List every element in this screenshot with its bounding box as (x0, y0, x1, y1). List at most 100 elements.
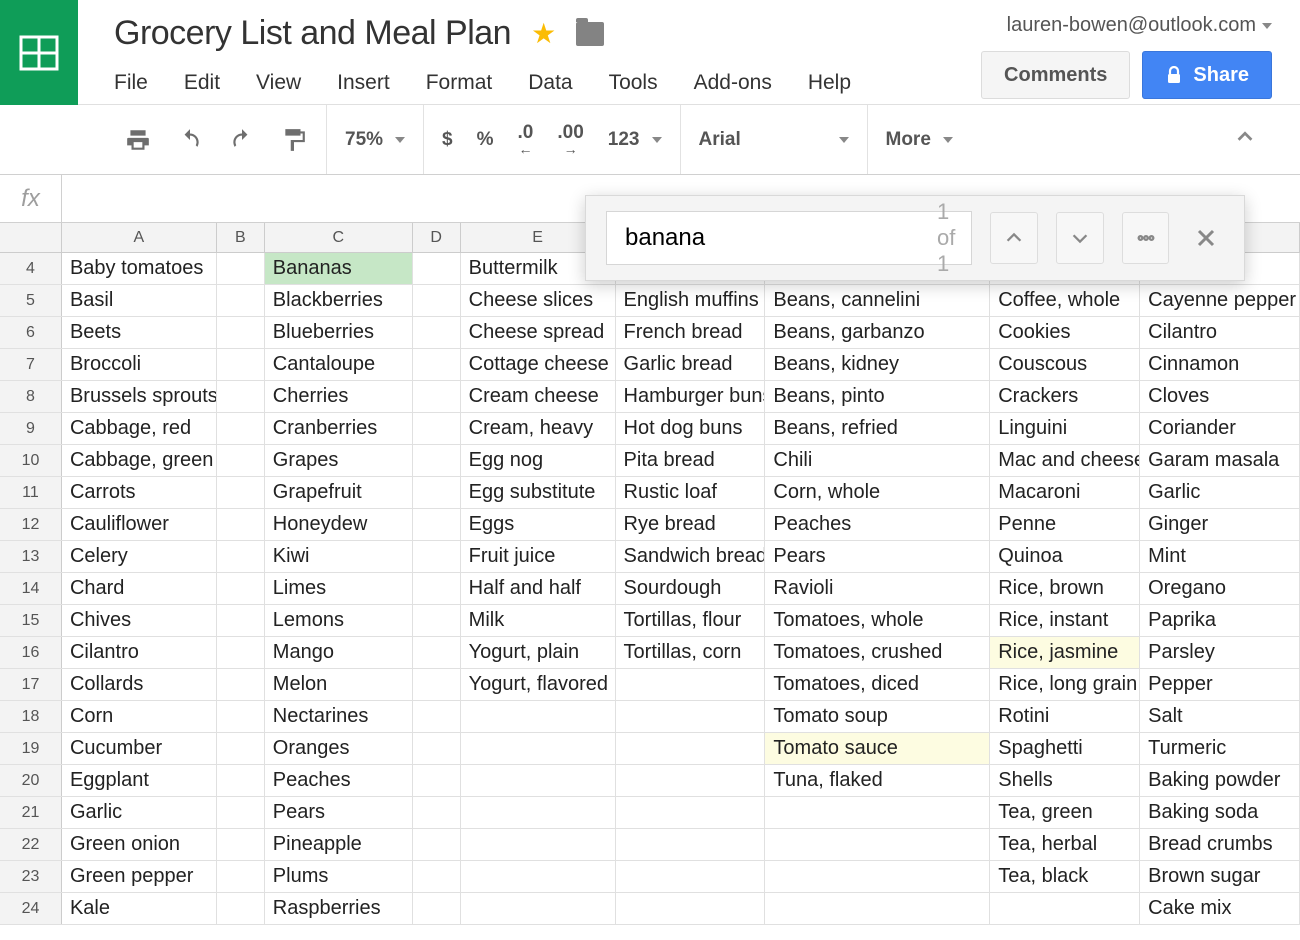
find-more-options-button[interactable] (1122, 212, 1170, 264)
cell[interactable]: Baking powder (1140, 765, 1300, 796)
cell[interactable]: Cabbage, green (62, 445, 217, 476)
cell[interactable]: Turmeric (1140, 733, 1300, 764)
cell[interactable] (413, 637, 461, 668)
find-next-button[interactable] (1056, 212, 1104, 264)
row-header[interactable]: 4 (0, 253, 62, 284)
cell[interactable]: Pepper (1140, 669, 1300, 700)
cell[interactable] (217, 605, 265, 636)
cell[interactable]: Bananas (265, 253, 413, 284)
cell[interactable]: Baby tomatoes (62, 253, 217, 284)
cell[interactable]: Rice, instant (990, 605, 1140, 636)
row-header[interactable]: 10 (0, 445, 62, 476)
cell[interactable] (217, 285, 265, 316)
cell[interactable]: Salt (1140, 701, 1300, 732)
cell[interactable]: Blueberries (265, 317, 413, 348)
cell[interactable] (616, 893, 766, 924)
zoom-dropdown[interactable]: 75% (345, 129, 405, 151)
cell[interactable]: Cherries (265, 381, 413, 412)
cell[interactable]: Kiwi (265, 541, 413, 572)
cell[interactable]: Tortillas, flour (616, 605, 766, 636)
cell[interactable]: Rye bread (616, 509, 766, 540)
cell[interactable]: Corn (62, 701, 217, 732)
cell[interactable]: Rustic loaf (616, 477, 766, 508)
percent-format-button[interactable]: % (477, 129, 494, 151)
cell[interactable]: Pears (765, 541, 990, 572)
cell[interactable] (765, 861, 990, 892)
comments-button[interactable]: Comments (981, 51, 1130, 99)
cell[interactable] (413, 861, 461, 892)
cell[interactable]: Tomatoes, whole (765, 605, 990, 636)
cell[interactable]: Garam masala (1140, 445, 1300, 476)
cell[interactable] (413, 701, 461, 732)
row-header[interactable]: 24 (0, 893, 62, 924)
cell[interactable] (461, 733, 616, 764)
cell[interactable]: Quinoa (990, 541, 1140, 572)
cell[interactable]: Cantaloupe (265, 349, 413, 380)
cell[interactable]: Ginger (1140, 509, 1300, 540)
redo-icon[interactable] (228, 126, 256, 154)
cell[interactable]: Cottage cheese (461, 349, 616, 380)
menu-insert[interactable]: Insert (337, 71, 390, 95)
cell[interactable]: Cookies (990, 317, 1140, 348)
decrease-decimal-button[interactable]: .0 ← (518, 123, 534, 156)
cell[interactable]: Tomatoes, crushed (765, 637, 990, 668)
cell[interactable]: Cake mix (1140, 893, 1300, 924)
cell[interactable]: Spaghetti (990, 733, 1140, 764)
menu-add-ons[interactable]: Add-ons (694, 71, 772, 95)
row-header[interactable]: 5 (0, 285, 62, 316)
column-header[interactable]: B (217, 223, 265, 252)
cell[interactable]: Peaches (265, 765, 413, 796)
cell[interactable]: Green onion (62, 829, 217, 860)
paint-format-icon[interactable] (280, 126, 308, 154)
cell[interactable]: Sandwich bread (616, 541, 766, 572)
cell[interactable] (616, 797, 766, 828)
cell[interactable]: Bread crumbs (1140, 829, 1300, 860)
column-header[interactable]: A (62, 223, 217, 252)
cell[interactable]: Tuna, flaked (765, 765, 990, 796)
cell[interactable]: Mint (1140, 541, 1300, 572)
cell[interactable]: Carrots (62, 477, 217, 508)
cell[interactable]: English muffins (616, 285, 766, 316)
row-header[interactable]: 9 (0, 413, 62, 444)
cell[interactable]: Beans, refried (765, 413, 990, 444)
more-toolbar-dropdown[interactable]: More (886, 129, 953, 151)
cell[interactable]: Shells (990, 765, 1140, 796)
cell[interactable] (413, 381, 461, 412)
cell[interactable]: Sourdough (616, 573, 766, 604)
cell[interactable]: Eggs (461, 509, 616, 540)
cell[interactable] (616, 701, 766, 732)
app-logo[interactable] (0, 0, 78, 105)
cell[interactable]: Broccoli (62, 349, 217, 380)
cell[interactable] (217, 253, 265, 284)
cell[interactable] (217, 349, 265, 380)
cell[interactable] (217, 477, 265, 508)
cell[interactable]: Fruit juice (461, 541, 616, 572)
cell[interactable]: Cloves (1140, 381, 1300, 412)
share-button[interactable]: Share (1142, 51, 1272, 99)
cell[interactable]: Tea, black (990, 861, 1140, 892)
cell[interactable] (413, 669, 461, 700)
cell[interactable]: Cucumber (62, 733, 217, 764)
cell[interactable] (616, 861, 766, 892)
cell[interactable]: French bread (616, 317, 766, 348)
cell[interactable] (217, 765, 265, 796)
increase-decimal-button[interactable]: .00 → (557, 123, 583, 156)
cell[interactable]: Baking soda (1140, 797, 1300, 828)
cell[interactable]: Nectarines (265, 701, 413, 732)
cell[interactable] (413, 413, 461, 444)
cell[interactable]: Pears (265, 797, 413, 828)
cell[interactable]: Honeydew (265, 509, 413, 540)
cell[interactable]: Chard (62, 573, 217, 604)
cell[interactable]: Hamburger buns (616, 381, 766, 412)
cell[interactable] (413, 893, 461, 924)
cell[interactable] (461, 797, 616, 828)
cell[interactable] (217, 701, 265, 732)
cell[interactable] (217, 445, 265, 476)
cell[interactable]: Cayenne pepper (1140, 285, 1300, 316)
cell[interactable]: Blackberries (265, 285, 413, 316)
row-header[interactable]: 16 (0, 637, 62, 668)
cell[interactable] (413, 829, 461, 860)
cell[interactable] (413, 797, 461, 828)
cell[interactable]: Tomato sauce (765, 733, 990, 764)
cell[interactable]: Cilantro (1140, 317, 1300, 348)
